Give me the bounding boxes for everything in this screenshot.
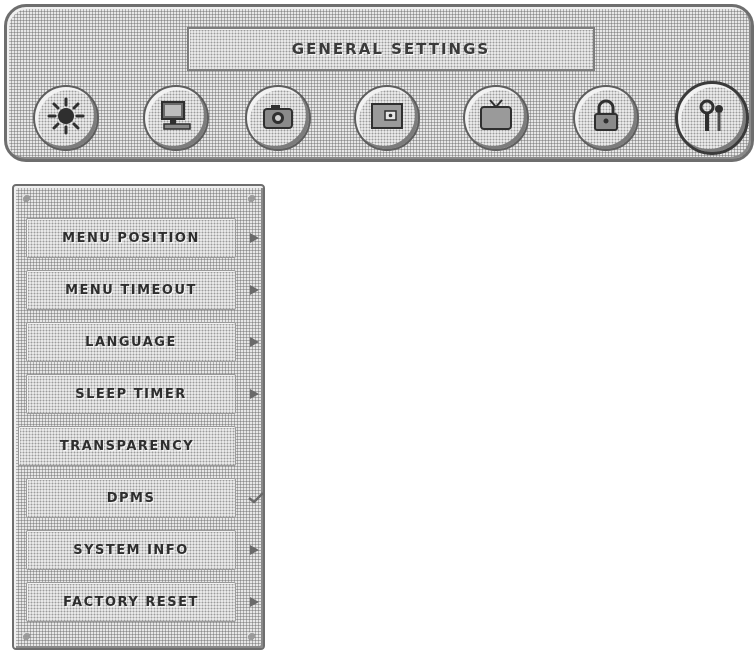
menu-item-menu-timeout[interactable]: MENU TIMEOUT [26,270,236,310]
screw-decoration [22,632,30,640]
top-menu-bar: GENERAL SETTINGS [4,4,754,162]
arrow-right-icon [248,232,260,244]
menu-item-transparency[interactable]: TRANSPARENCY [18,426,236,466]
menu-item-label: MENU POSITION [62,230,200,246]
menu-item-label: DPMS [106,490,156,506]
arrow-right-icon [248,388,260,400]
category-brightness[interactable] [33,85,99,151]
menu-item-label: SLEEP TIMER [75,386,187,402]
menu-item-label: TRANSPARENCY [59,438,195,454]
menu-item-sleep-timer[interactable]: SLEEP TIMER [26,374,236,414]
camera-icon [258,96,298,140]
category-display[interactable] [143,85,209,151]
tools-icon [692,96,732,140]
arrow-right-icon [248,596,260,608]
screw-decoration [22,194,30,202]
brightness-icon [46,96,86,140]
menu-item-menu-position[interactable]: MENU POSITION [26,218,236,258]
menu-item-dpms[interactable]: DPMS [26,478,236,518]
settings-menu-panel: MENU POSITION MENU TIMEOUT LANGUAGE SLEE… [12,184,265,650]
menu-item-label: SYSTEM INFO [73,542,189,558]
menu-item-label: MENU TIMEOUT [65,282,197,298]
lock-icon [586,96,626,140]
category-tv[interactable] [463,85,529,151]
category-general-settings[interactable] [675,81,749,155]
title-plate: GENERAL SETTINGS [187,27,595,71]
category-pip[interactable] [354,85,420,151]
arrow-right-icon [248,284,260,296]
menu-item-language[interactable]: LANGUAGE [26,322,236,362]
screw-decoration [247,632,255,640]
category-lock[interactable] [573,85,639,151]
category-icon-row [33,81,753,155]
checkmark-icon [248,492,264,504]
arrow-right-icon [248,336,260,348]
category-image[interactable] [245,85,311,151]
menu-item-label: LANGUAGE [85,334,177,350]
picture-in-picture-icon [367,96,407,140]
menu-item-system-info[interactable]: SYSTEM INFO [26,530,236,570]
tv-icon [476,96,516,140]
arrow-right-icon [248,544,260,556]
menu-item-label: FACTORY RESET [63,594,199,610]
monitor-pc-icon [156,96,196,140]
screw-decoration [247,194,255,202]
page-title: GENERAL SETTINGS [291,40,491,58]
menu-item-factory-reset[interactable]: FACTORY RESET [26,582,236,622]
